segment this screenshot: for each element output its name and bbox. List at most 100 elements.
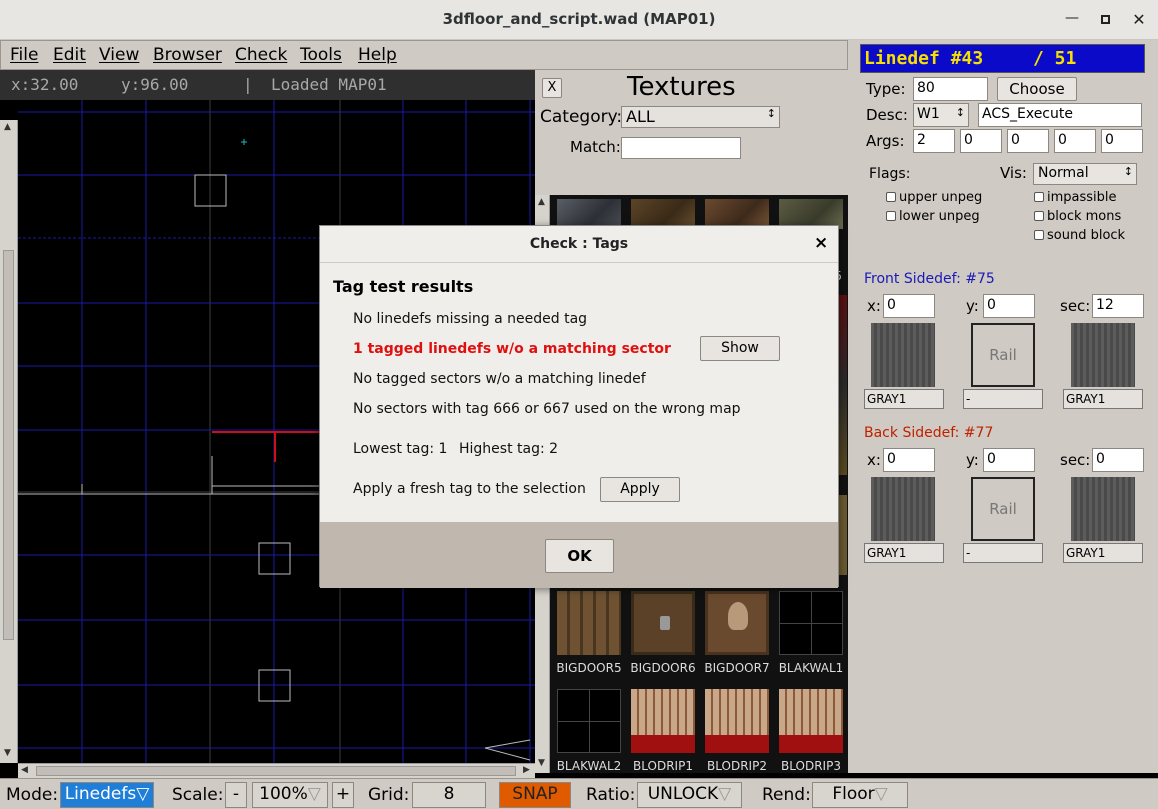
menu-browser[interactable]: Browser <box>153 45 222 65</box>
back-upper-name[interactable]: GRAY1 <box>864 543 944 563</box>
back-mid-name[interactable]: - <box>963 543 1043 563</box>
highest-tag: Highest tag: 2 <box>459 441 559 457</box>
horizontal-scroll-thumb[interactable] <box>36 766 516 776</box>
texture-label: BLAKWAL1 <box>778 661 844 675</box>
scroll-right-icon[interactable]: ▶ <box>523 765 530 775</box>
menu-file[interactable]: File <box>10 45 38 65</box>
scale-minus-button[interactable]: - <box>225 782 247 808</box>
front-upper-name[interactable]: GRAY1 <box>864 389 944 409</box>
texture-blodrip3[interactable] <box>779 689 843 753</box>
texture-label: BIGDOOR7 <box>704 661 770 675</box>
minimize-icon[interactable]: — <box>1062 10 1082 30</box>
apply-button[interactable]: Apply <box>600 477 680 502</box>
args-label: Args: <box>866 132 905 150</box>
window-title: 3dfloor_and_script.wad (MAP01) <box>442 10 716 28</box>
rend-value: Floor <box>832 784 875 804</box>
flag-block-mons[interactable]: block mons <box>1034 209 1121 224</box>
back-rail-texture[interactable]: Rail <box>971 477 1035 541</box>
texture-bigdoor7[interactable] <box>705 591 769 655</box>
flag-upper-unpeg[interactable]: upper unpeg <box>886 190 982 205</box>
grid-select[interactable]: 8 <box>412 782 486 808</box>
back-sec-input[interactable]: 0 <box>1092 448 1144 472</box>
scroll-down-icon[interactable]: ▼ <box>4 748 11 758</box>
flag-sound-block[interactable]: sound block <box>1034 228 1125 243</box>
category-select[interactable]: ALL ↕ <box>621 106 780 128</box>
match-input[interactable] <box>621 137 741 159</box>
close-icon[interactable]: × <box>814 233 828 253</box>
texture-blodrip2[interactable] <box>705 689 769 753</box>
vis-label: Vis: <box>1000 164 1027 182</box>
scroll-down-icon[interactable]: ▼ <box>538 758 545 768</box>
flag-impassible[interactable]: impassible <box>1034 190 1117 205</box>
vis-select[interactable]: Normal ↕ <box>1033 163 1137 185</box>
front-lower-name[interactable]: GRAY1 <box>1063 389 1143 409</box>
trigger-value: W1 <box>917 106 940 122</box>
scroll-up-icon[interactable]: ▲ <box>4 122 11 132</box>
desc-input[interactable]: ACS_Execute <box>978 103 1142 127</box>
menu-check[interactable]: Check <box>235 45 287 65</box>
grid-label: Grid: <box>368 785 410 805</box>
cursor-x-readout: x:32.00 <box>11 75 79 94</box>
ok-button[interactable]: OK <box>545 539 614 573</box>
front-upper-texture[interactable] <box>871 323 935 387</box>
texture-blakwal1[interactable] <box>779 591 843 655</box>
front-y-input[interactable]: 0 <box>983 294 1035 318</box>
result-special-tags: No sectors with tag 666 or 667 used on t… <box>353 401 741 417</box>
trigger-select[interactable]: W1 ↕ <box>913 103 969 127</box>
category-value: ALL <box>626 107 655 126</box>
show-button[interactable]: Show <box>700 336 780 361</box>
texture-bigdoor5[interactable] <box>557 591 621 655</box>
flags-label: Flags: <box>869 166 911 182</box>
front-x-label: x: <box>867 297 881 315</box>
arg4-input[interactable]: 0 <box>1054 129 1096 153</box>
back-upper-texture[interactable] <box>871 477 935 541</box>
front-mid-name[interactable]: - <box>963 389 1043 409</box>
menu-view[interactable]: View <box>99 45 139 65</box>
texture-blakwal2[interactable] <box>557 689 621 753</box>
texture-label: BLAKWAL2 <box>556 759 622 773</box>
snap-toggle[interactable]: SNAP <box>499 782 571 808</box>
rend-select[interactable]: Floor▽ <box>812 782 908 808</box>
map-horizontal-scrollbar[interactable]: ◀ ▶ <box>18 763 535 778</box>
mode-select[interactable]: Linedefs▽ <box>60 782 154 808</box>
arg2-input[interactable]: 0 <box>960 129 1002 153</box>
menu-help[interactable]: Help <box>358 45 397 65</box>
arg3-input[interactable]: 0 <box>1007 129 1049 153</box>
back-y-label: y: <box>966 451 979 469</box>
front-rail-texture[interactable]: Rail <box>971 323 1035 387</box>
scale-plus-button[interactable]: + <box>332 782 354 808</box>
choose-button[interactable]: Choose <box>997 77 1077 101</box>
ratio-value: UNLOCK <box>647 784 719 804</box>
menu-edit[interactable]: Edit <box>53 45 86 65</box>
flag-lower-unpeg[interactable]: lower unpeg <box>886 209 980 224</box>
type-input[interactable]: 80 <box>913 77 988 101</box>
scroll-left-icon[interactable]: ◀ <box>21 765 28 775</box>
front-sec-input[interactable]: 12 <box>1092 294 1144 318</box>
texture-label: BLODRIP1 <box>633 759 693 773</box>
dropdown-arrow-icon: ↕ <box>1123 165 1133 178</box>
texture-blodrip1[interactable] <box>631 689 695 753</box>
dialog-title: Check : Tags <box>529 236 629 252</box>
dialog-footer: OK <box>320 522 838 588</box>
vertical-scroll-thumb[interactable] <box>3 250 14 640</box>
arg1-input[interactable]: 2 <box>913 129 955 153</box>
result-tagged-linedefs-warning: 1 tagged linedefs w/o a matching sector <box>353 341 671 357</box>
arg5-input[interactable]: 0 <box>1101 129 1143 153</box>
menu-tools[interactable]: Tools <box>300 45 342 65</box>
mode-value: Linedefs <box>64 784 137 804</box>
scroll-up-icon[interactable]: ▲ <box>538 197 545 207</box>
maximize-icon[interactable] <box>1095 10 1115 30</box>
map-vertical-scrollbar[interactable]: ▲ ▼ <box>0 120 18 763</box>
scale-select[interactable]: 100%▽ <box>252 782 328 808</box>
ratio-select[interactable]: UNLOCK▽ <box>637 782 742 808</box>
front-x-input[interactable]: 0 <box>883 294 935 318</box>
front-lower-texture[interactable] <box>1071 323 1135 387</box>
front-sec-label: sec: <box>1060 297 1091 315</box>
back-lower-name[interactable]: GRAY1 <box>1063 543 1143 563</box>
back-lower-texture[interactable] <box>1071 477 1135 541</box>
close-icon[interactable]: ✕ <box>1129 10 1149 30</box>
back-y-input[interactable]: 0 <box>983 448 1035 472</box>
texture-browser-close-button[interactable]: X <box>542 78 562 98</box>
texture-bigdoor6[interactable] <box>631 591 695 655</box>
back-x-input[interactable]: 0 <box>883 448 935 472</box>
